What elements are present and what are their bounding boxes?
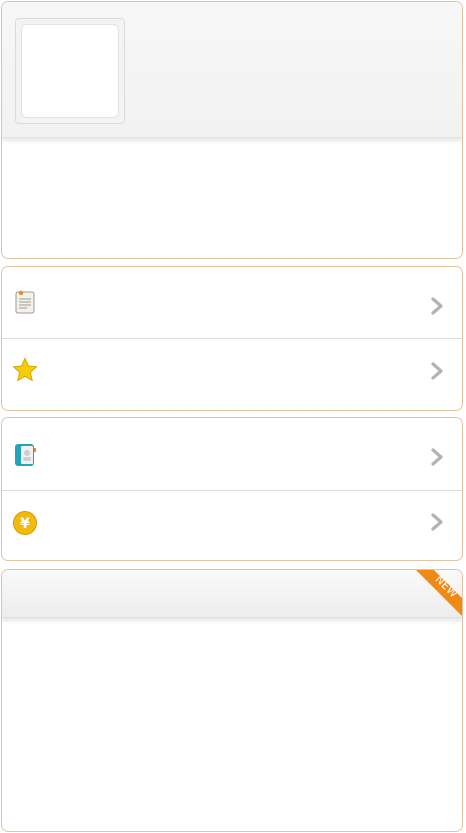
chevron-right-icon	[431, 297, 443, 315]
news-header[interactable]	[2, 570, 462, 618]
chevron-right-icon	[431, 513, 443, 531]
document-icon	[15, 290, 35, 314]
menu-group-2: ¥	[1, 417, 463, 561]
yen-coin-icon: ¥	[13, 511, 37, 535]
star-icon	[12, 357, 38, 382]
menu-item-contacts[interactable]	[2, 418, 462, 490]
profile-header	[2, 2, 462, 138]
avatar-placeholder	[21, 24, 119, 118]
menu-item-balance[interactable]: ¥	[2, 490, 462, 560]
news-card: NEW	[1, 569, 463, 832]
menu-item-favorites[interactable]	[2, 338, 462, 410]
menu-group-1	[1, 266, 463, 411]
chevron-right-icon	[431, 448, 443, 466]
profile-card	[1, 1, 463, 259]
svg-text:¥: ¥	[20, 516, 30, 532]
menu-item-documents[interactable]	[2, 267, 462, 338]
avatar[interactable]	[15, 18, 125, 124]
contacts-book-icon	[15, 444, 36, 466]
new-badge: NEW	[416, 570, 462, 616]
chevron-right-icon	[431, 362, 443, 380]
